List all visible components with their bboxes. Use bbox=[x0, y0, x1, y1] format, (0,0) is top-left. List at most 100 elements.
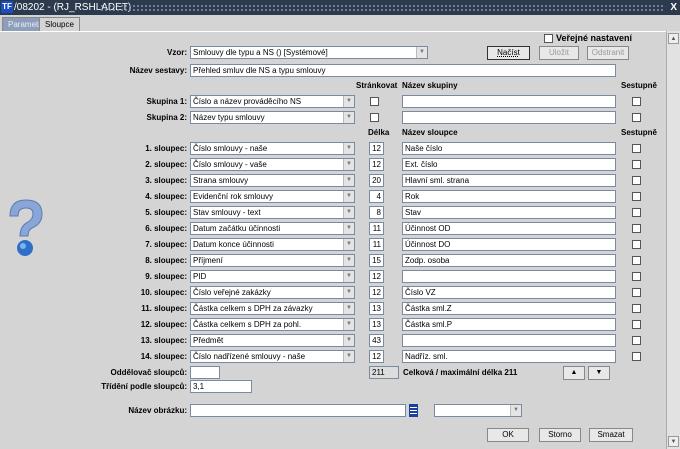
column-name-input[interactable]: Rok bbox=[402, 190, 616, 203]
column-length-input[interactable]: 11 bbox=[369, 222, 384, 235]
column-name-input[interactable]: Účinnost OD bbox=[402, 222, 616, 235]
cancel-button[interactable]: Storno bbox=[539, 428, 581, 442]
column-select[interactable]: Číslo veřejné zakázky ▼ bbox=[190, 286, 355, 299]
report-name-input[interactable]: Přehled smluv dle NS a typu smlouvy bbox=[190, 64, 616, 77]
chevron-down-icon[interactable]: ▼ bbox=[343, 303, 354, 314]
column-length-input[interactable]: 8 bbox=[369, 206, 384, 219]
move-up-button[interactable]: ▲ bbox=[563, 366, 585, 380]
column-select[interactable]: Strana smlouvy ▼ bbox=[190, 174, 355, 187]
chevron-down-icon[interactable]: ▼ bbox=[343, 335, 354, 346]
chevron-down-icon[interactable]: ▼ bbox=[343, 255, 354, 266]
scroll-up-icon[interactable]: ▲ bbox=[668, 33, 679, 44]
column-length-input[interactable]: 13 bbox=[369, 318, 384, 331]
column-descending-checkbox[interactable] bbox=[632, 336, 641, 345]
column-name-input[interactable]: Stav bbox=[402, 206, 616, 219]
chevron-down-icon[interactable]: ▼ bbox=[343, 112, 354, 123]
column-select[interactable]: Číslo smlouvy - naše ▼ bbox=[190, 142, 355, 155]
chevron-down-icon[interactable]: ▼ bbox=[343, 207, 354, 218]
group-select[interactable]: Číslo a název prováděcího NS ▼ bbox=[190, 95, 355, 108]
image-name-input[interactable] bbox=[190, 404, 406, 417]
delete-button[interactable]: Smazat bbox=[589, 428, 633, 442]
column-name-input[interactable]: Účinnost DO bbox=[402, 238, 616, 251]
column-length-input[interactable]: 12 bbox=[369, 270, 384, 283]
column-name-input[interactable] bbox=[402, 270, 616, 283]
column-length-input[interactable]: 12 bbox=[369, 142, 384, 155]
column-select[interactable]: Částka celkem s DPH za pohl. ▼ bbox=[190, 318, 355, 331]
column-length-input[interactable]: 20 bbox=[369, 174, 384, 187]
column-length-input[interactable]: 12 bbox=[369, 158, 384, 171]
column-select[interactable]: Částka celkem s DPH za závazky ▼ bbox=[190, 302, 355, 315]
column-descending-checkbox[interactable] bbox=[632, 176, 641, 185]
column-select[interactable]: Příjmení ▼ bbox=[190, 254, 355, 267]
column-descending-checkbox[interactable] bbox=[632, 288, 641, 297]
column-select[interactable]: PID ▼ bbox=[190, 270, 355, 283]
column-name-input[interactable]: Ext. číslo bbox=[402, 158, 616, 171]
paging-checkbox[interactable] bbox=[370, 113, 379, 122]
column-descending-checkbox[interactable] bbox=[632, 352, 641, 361]
public-setting-checkbox[interactable] bbox=[544, 34, 553, 43]
save-button[interactable]: Uložit bbox=[539, 46, 579, 60]
column-length-input[interactable]: 12 bbox=[369, 286, 384, 299]
column-name-input[interactable]: Částka sml.P bbox=[402, 318, 616, 331]
vzor-select[interactable]: Smlouvy dle typu a NS () [Systémové] ▼ bbox=[190, 46, 428, 59]
column-length-input[interactable]: 11 bbox=[369, 238, 384, 251]
column-descending-checkbox[interactable] bbox=[632, 208, 641, 217]
close-icon[interactable]: X bbox=[670, 0, 677, 15]
chevron-down-icon[interactable]: ▼ bbox=[343, 143, 354, 154]
group-descending-checkbox[interactable] bbox=[632, 97, 641, 106]
group-name-input[interactable] bbox=[402, 95, 616, 108]
scroll-down-icon[interactable]: ▼ bbox=[668, 436, 679, 447]
chevron-down-icon[interactable]: ▼ bbox=[343, 175, 354, 186]
column-select[interactable]: Evidenční rok smlouvy ▼ bbox=[190, 190, 355, 203]
column-length-input[interactable]: 15 bbox=[369, 254, 384, 267]
column-name-input[interactable]: Nadříz. sml. bbox=[402, 350, 616, 363]
column-descending-checkbox[interactable] bbox=[632, 240, 641, 249]
image-select[interactable]: ▼ bbox=[434, 404, 522, 417]
column-select[interactable]: Číslo nadřízené smlouvy - naše ▼ bbox=[190, 350, 355, 363]
column-name-input[interactable]: Naše číslo bbox=[402, 142, 616, 155]
column-select[interactable]: Předmět ▼ bbox=[190, 334, 355, 347]
column-select[interactable]: Stav smlouvy - text ▼ bbox=[190, 206, 355, 219]
sort-input[interactable]: 3,1 bbox=[190, 380, 252, 393]
column-descending-checkbox[interactable] bbox=[632, 272, 641, 281]
chevron-down-icon[interactable]: ▼ bbox=[343, 223, 354, 234]
column-length-input[interactable]: 13 bbox=[369, 302, 384, 315]
column-select[interactable]: Datum začátku účinnosti ▼ bbox=[190, 222, 355, 235]
chevron-down-icon[interactable]: ▼ bbox=[343, 271, 354, 282]
chevron-down-icon[interactable]: ▼ bbox=[416, 47, 427, 58]
chevron-down-icon[interactable]: ▼ bbox=[343, 319, 354, 330]
column-name-input[interactable]: Hlavní sml. strana bbox=[402, 174, 616, 187]
column-descending-checkbox[interactable] bbox=[632, 320, 641, 329]
group-descending-checkbox[interactable] bbox=[632, 113, 641, 122]
chevron-down-icon[interactable]: ▼ bbox=[343, 96, 354, 107]
group-name-input[interactable] bbox=[402, 111, 616, 124]
tab-sloupce[interactable]: Sloupce bbox=[39, 17, 80, 32]
column-length-input[interactable]: 12 bbox=[369, 350, 384, 363]
load-button[interactable]: Načíst bbox=[487, 46, 530, 60]
column-descending-checkbox[interactable] bbox=[632, 256, 641, 265]
ok-button[interactable]: OK bbox=[487, 428, 529, 442]
column-name-input[interactable]: Číslo VZ bbox=[402, 286, 616, 299]
column-descending-checkbox[interactable] bbox=[632, 304, 641, 313]
column-select[interactable]: Datum konce účinnosti ▼ bbox=[190, 238, 355, 251]
move-down-button[interactable]: ▼ bbox=[588, 366, 610, 380]
column-name-input[interactable] bbox=[402, 334, 616, 347]
chevron-down-icon[interactable]: ▼ bbox=[343, 351, 354, 362]
list-icon[interactable] bbox=[409, 404, 418, 417]
group-select[interactable]: Název typu smlouvy ▼ bbox=[190, 111, 355, 124]
column-descending-checkbox[interactable] bbox=[632, 160, 641, 169]
chevron-down-icon[interactable]: ▼ bbox=[343, 239, 354, 250]
chevron-down-icon[interactable]: ▼ bbox=[343, 191, 354, 202]
column-descending-checkbox[interactable] bbox=[632, 144, 641, 153]
paging-checkbox[interactable] bbox=[370, 97, 379, 106]
separator-input[interactable] bbox=[190, 366, 220, 379]
column-descending-checkbox[interactable] bbox=[632, 224, 641, 233]
remove-button[interactable]: Odstranit bbox=[587, 46, 629, 60]
column-length-input[interactable]: 4 bbox=[369, 190, 384, 203]
vertical-scrollbar[interactable]: ▲ ▼ bbox=[666, 31, 680, 449]
chevron-down-icon[interactable]: ▼ bbox=[343, 287, 354, 298]
column-descending-checkbox[interactable] bbox=[632, 192, 641, 201]
column-name-input[interactable]: Zodp. osoba bbox=[402, 254, 616, 267]
column-length-input[interactable]: 43 bbox=[369, 334, 384, 347]
column-select[interactable]: Číslo smlouvy - vaše ▼ bbox=[190, 158, 355, 171]
